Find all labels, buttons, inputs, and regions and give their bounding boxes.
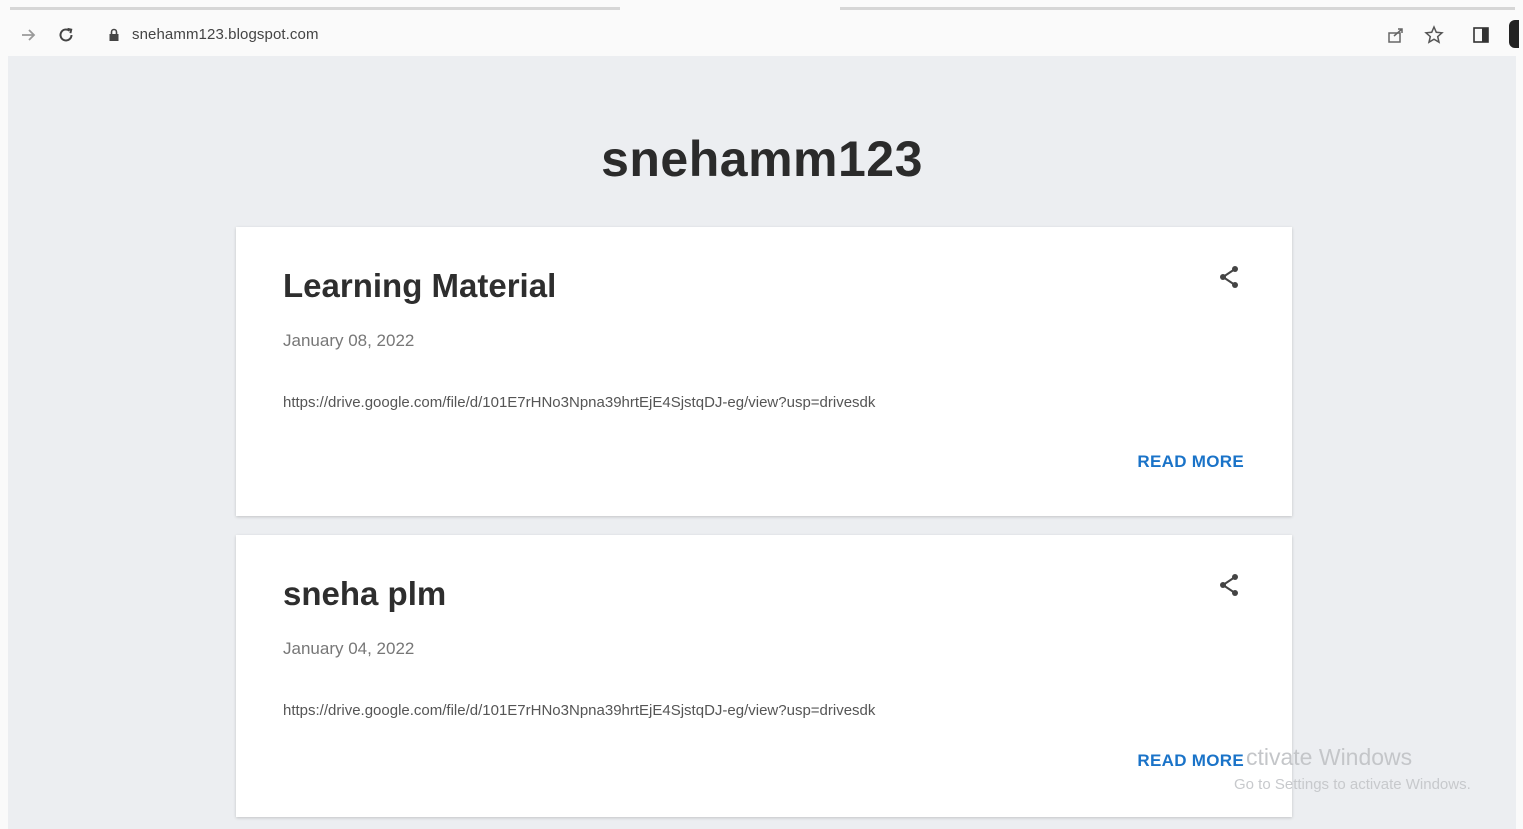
address-bar-url[interactable]: snehamm123.blogspot.com bbox=[132, 26, 319, 43]
post-snippet: https://drive.google.com/file/d/101E7rHN… bbox=[283, 394, 876, 411]
tab-strip-line bbox=[10, 7, 1515, 10]
post-title[interactable]: Learning Material bbox=[283, 267, 556, 305]
read-more-link[interactable]: READ MORE bbox=[1137, 751, 1244, 771]
read-more-link[interactable]: READ MORE bbox=[1137, 452, 1244, 472]
post-card: sneha plm January 04, 2022 https://drive… bbox=[236, 535, 1292, 817]
share-page-icon[interactable] bbox=[1385, 24, 1407, 46]
post-title[interactable]: sneha plm bbox=[283, 575, 446, 613]
profile-avatar[interactable] bbox=[1509, 20, 1519, 48]
blog-title[interactable]: snehamm123 bbox=[8, 130, 1516, 188]
post-date: January 08, 2022 bbox=[283, 331, 415, 350]
star-icon[interactable] bbox=[1423, 24, 1445, 46]
side-panel-icon[interactable] bbox=[1470, 24, 1492, 46]
activate-windows-watermark: ctivate Windows bbox=[1246, 744, 1413, 770]
back-arrow-icon[interactable] bbox=[16, 23, 40, 47]
post-card: Learning Material January 08, 2022 https… bbox=[236, 227, 1292, 516]
share-icon[interactable] bbox=[1216, 571, 1244, 599]
reload-icon[interactable] bbox=[54, 23, 78, 47]
share-icon[interactable] bbox=[1216, 263, 1244, 291]
post-date: January 04, 2022 bbox=[283, 639, 415, 658]
browser-toolbar: snehamm123.blogspot.com bbox=[0, 14, 1523, 56]
lock-icon[interactable] bbox=[108, 28, 120, 47]
activate-windows-hint: Go to Settings to activate Windows. bbox=[1234, 776, 1471, 793]
post-snippet: https://drive.google.com/file/d/101E7rHN… bbox=[283, 702, 876, 719]
blog-page: snehamm123 Learning Material January 08,… bbox=[8, 56, 1516, 829]
